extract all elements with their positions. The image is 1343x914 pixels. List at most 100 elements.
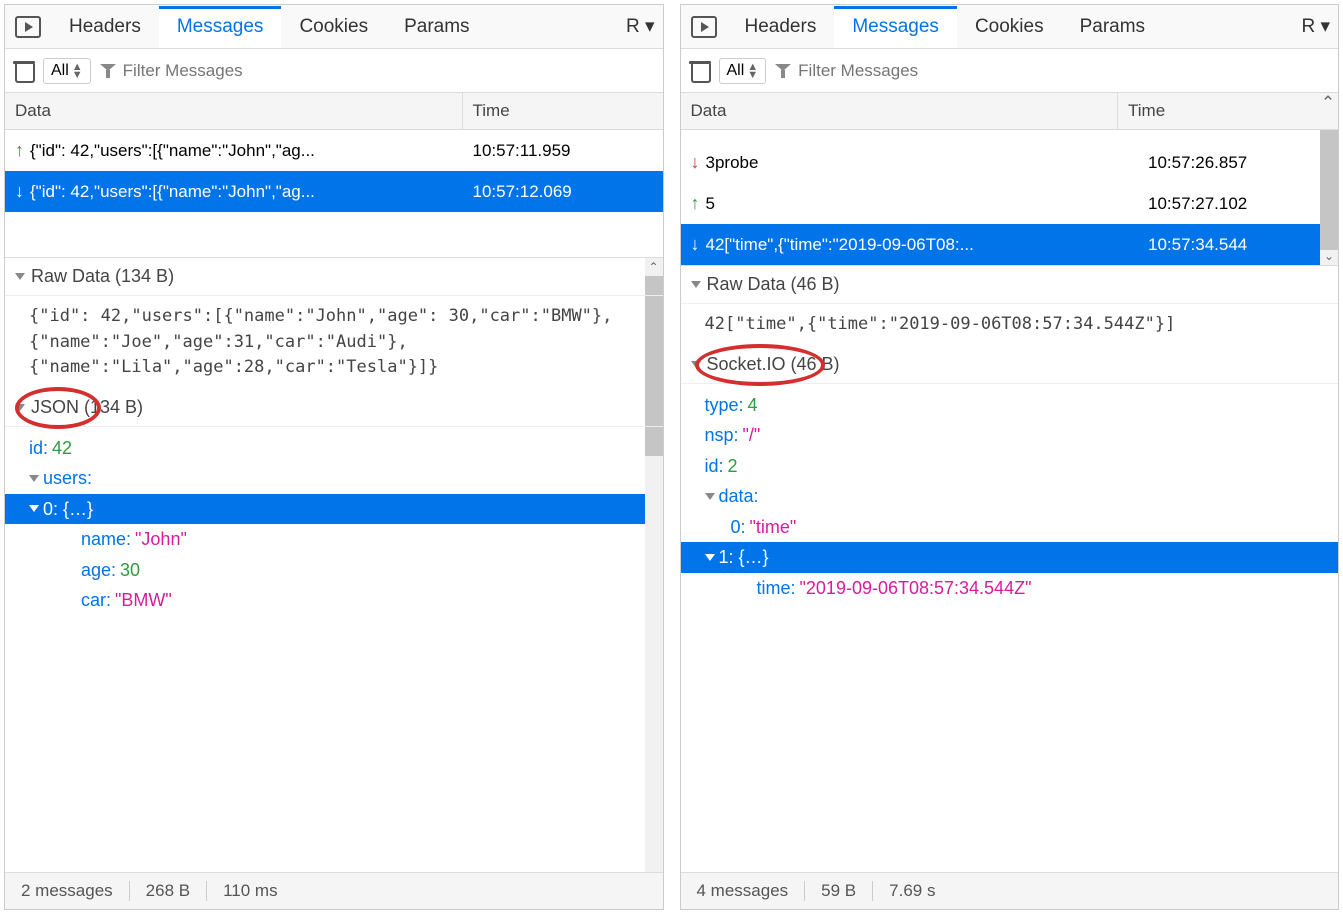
collapse-icon [691, 361, 701, 368]
tab-cookies[interactable]: Cookies [281, 6, 386, 48]
arrow-down-icon: ↓ [15, 181, 24, 202]
sort-carets-icon: ▲▼ [747, 63, 758, 79]
column-data-header[interactable]: Data [5, 93, 463, 129]
tab-r-dropdown[interactable]: R ▾ [1283, 5, 1338, 48]
tree-row[interactable]: name: "John" [29, 524, 639, 555]
tab-headers[interactable]: Headers [51, 6, 159, 48]
status-duration: 110 ms [207, 881, 294, 901]
column-data-header[interactable]: Data [681, 93, 1119, 129]
tree-row[interactable]: car: "BMW" [29, 585, 639, 616]
tree-row[interactable]: time: "2019-09-06T08:57:34.544Z" [705, 573, 1315, 604]
status-size: 268 B [130, 881, 207, 901]
message-list-header: Data Time ⌃ [681, 93, 1339, 130]
scrollbar[interactable]: ⌄ [1320, 130, 1338, 265]
message-time: 10:57:12.069 [473, 182, 653, 202]
filter-input-wrap [99, 61, 655, 81]
collapse-icon [691, 281, 701, 288]
status-duration: 7.69 s [873, 881, 951, 901]
tab-headers[interactable]: Headers [727, 6, 835, 48]
socketio-section-label: Socket.IO (46 B) [707, 354, 840, 375]
tree-row[interactable]: id: 42 [29, 433, 639, 464]
column-time-header[interactable]: Time [463, 93, 663, 129]
scroll-thumb[interactable] [645, 276, 663, 456]
message-row[interactable]: ↑ 5 10:57:27.102 [681, 183, 1339, 224]
collapse-icon [29, 505, 39, 512]
tree-row[interactable]: data: [705, 481, 1315, 512]
tab-cookies[interactable]: Cookies [957, 6, 1062, 48]
tab-params[interactable]: Params [386, 6, 487, 48]
message-list: ↑ {"id": 42,"users":[{"name":"John","ag.… [5, 130, 663, 257]
status-count: 2 messages [5, 881, 130, 901]
all-filter-select[interactable]: All ▲▼ [719, 58, 767, 84]
status-count: 4 messages [681, 881, 806, 901]
tree-row[interactable]: age: 30 [29, 555, 639, 586]
play-icon[interactable] [15, 16, 41, 38]
filter-input-wrap [774, 61, 1330, 81]
json-tree: id: 42 users: 0: {…} name: "John" age: 3… [5, 427, 663, 623]
socketio-tree: type: 4 nsp: "/" id: 2 data: 0: "time" 1… [681, 384, 1339, 610]
tree-row[interactable]: 1: {…} [681, 542, 1339, 573]
json-section-header[interactable]: JSON (134 B) [5, 389, 663, 427]
scroll-up-icon[interactable]: ⌃ [1318, 93, 1338, 129]
detail-section: ⌃ Raw Data (134 B) {"id": 42,"users":[{"… [5, 257, 663, 872]
all-filter-select[interactable]: All ▲▼ [43, 58, 91, 84]
status-size: 59 B [805, 881, 873, 901]
all-filter-label: All [51, 62, 69, 80]
tree-row[interactable]: users: [29, 463, 639, 494]
left-panel: Headers Messages Cookies Params R ▾ All … [4, 4, 664, 910]
filter-bar: All ▲▼ [5, 49, 663, 93]
funnel-icon [774, 62, 792, 80]
collapse-icon [705, 493, 715, 500]
message-row[interactable]: ↓ 3probe 10:57:26.857 [681, 142, 1339, 183]
raw-data-content: {"id": 42,"users":[{"name":"John","age":… [5, 296, 663, 389]
collapse-icon [15, 273, 25, 280]
arrow-down-icon: ↓ [691, 152, 700, 173]
scroll-down-icon[interactable]: ⌄ [1320, 247, 1338, 265]
scroll-thumb[interactable] [1320, 130, 1338, 250]
collapse-icon [29, 475, 39, 482]
raw-data-content: 42["time",{"time":"2019-09-06T08:57:34.5… [681, 304, 1339, 346]
tree-row[interactable]: 0: "time" [705, 512, 1315, 543]
tree-row[interactable]: type: 4 [705, 390, 1315, 421]
message-time: 10:57:34.544 [1148, 235, 1328, 255]
arrow-up-icon: ↑ [691, 193, 700, 214]
message-data: {"id": 42,"users":[{"name":"John","ag... [30, 141, 473, 161]
filter-messages-input[interactable] [798, 61, 1330, 81]
status-bar: 2 messages 268 B 110 ms [5, 872, 663, 909]
raw-data-header[interactable]: Raw Data (46 B) [681, 266, 1339, 304]
tab-bar: Headers Messages Cookies Params R ▾ [5, 5, 663, 49]
tree-row[interactable]: id: 2 [705, 451, 1315, 482]
tree-row[interactable]: 0: {…} [5, 494, 663, 525]
tab-messages[interactable]: Messages [834, 6, 957, 48]
column-time-header[interactable]: Time [1118, 93, 1318, 129]
filter-messages-input[interactable] [123, 61, 655, 81]
trash-icon[interactable] [689, 59, 711, 83]
json-section-label: JSON (134 B) [31, 397, 143, 418]
raw-data-header[interactable]: Raw Data (134 B) [5, 258, 663, 296]
message-data: 3probe [706, 153, 1149, 173]
raw-data-label: Raw Data (46 B) [707, 274, 840, 295]
scrollbar[interactable]: ⌃ [645, 258, 663, 872]
sort-carets-icon: ▲▼ [72, 63, 83, 79]
detail-section: Raw Data (46 B) 42["time",{"time":"2019-… [681, 265, 1339, 872]
message-data: {"id": 42,"users":[{"name":"John","ag... [30, 182, 473, 202]
arrow-up-icon: ↑ [15, 140, 24, 161]
socketio-section-header[interactable]: Socket.IO (46 B) [681, 346, 1339, 384]
tab-r-dropdown[interactable]: R ▾ [608, 5, 663, 48]
arrow-down-icon: ↓ [691, 234, 700, 255]
tree-row[interactable]: nsp: "/" [705, 420, 1315, 451]
collapse-icon [705, 554, 715, 561]
tab-messages[interactable]: Messages [159, 6, 282, 48]
trash-icon[interactable] [13, 59, 35, 83]
raw-data-label: Raw Data (134 B) [31, 266, 174, 287]
message-row[interactable]: ↓ {"id": 42,"users":[{"name":"John","ag.… [5, 171, 663, 212]
tab-params[interactable]: Params [1062, 6, 1163, 48]
message-data: 42["time",{"time":"2019-09-06T08:... [706, 235, 1149, 255]
message-list: ⌄ ↓ 3probe 10:57:26.857 ↑ 5 10:57:27.102… [681, 130, 1339, 265]
collapse-icon [15, 404, 25, 411]
message-data: 5 [706, 194, 1149, 214]
play-icon[interactable] [691, 16, 717, 38]
message-time: 10:57:27.102 [1148, 194, 1328, 214]
message-row[interactable]: ↑ {"id": 42,"users":[{"name":"John","ag.… [5, 130, 663, 171]
message-row[interactable]: ↓ 42["time",{"time":"2019-09-06T08:... 1… [681, 224, 1339, 265]
